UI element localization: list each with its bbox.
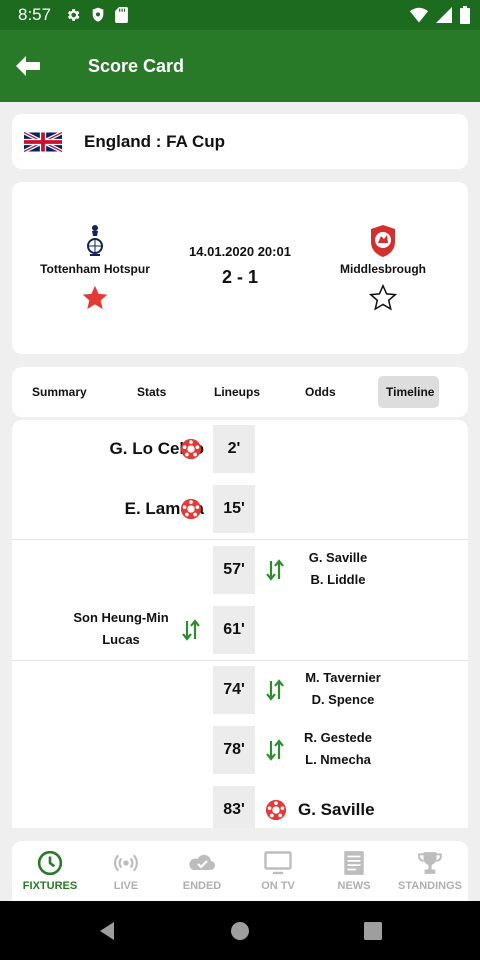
- event-minute: 74': [213, 666, 255, 714]
- middlesbrough-crest-icon: [371, 225, 395, 257]
- signal-icon: [436, 7, 452, 23]
- arrow-back-icon: [16, 56, 40, 76]
- sub-player-in: M. Tavernier: [305, 670, 381, 685]
- timeline-event: 83' G. Saville: [12, 786, 468, 828]
- sub-player-out: B. Liddle: [310, 572, 366, 587]
- event-minute: 78': [213, 726, 255, 774]
- bottom-navigation: FIXTURES LIVE ENDED ON TV NEWS STANDINGS: [12, 841, 468, 901]
- event-minute: 2': [213, 425, 255, 473]
- home-team[interactable]: Tottenham Hotspur: [20, 222, 170, 312]
- tab-odds[interactable]: Odds: [305, 385, 336, 399]
- system-back-button[interactable]: [41, 921, 174, 941]
- newspaper-icon: [344, 851, 364, 875]
- square-recents-icon: [364, 921, 382, 940]
- nav-ended[interactable]: ENDED: [164, 841, 240, 901]
- nav-live[interactable]: LIVE: [88, 841, 164, 901]
- match-score: 2 - 1: [221, 267, 259, 287]
- home-team-name: Tottenham Hotspur: [40, 262, 150, 276]
- substitution-icon: [266, 679, 284, 701]
- nav-ended-label: ENDED: [182, 880, 222, 892]
- goal-ball-icon: [180, 438, 202, 460]
- match-card: Tottenham Hotspur 14.01.2020 20:01 2 - 1…: [12, 182, 468, 354]
- app-bar: Score Card: [0, 30, 480, 102]
- nav-news[interactable]: NEWS: [316, 841, 392, 901]
- sub-player-in: G. Saville: [308, 550, 368, 565]
- page-title: Score Card: [88, 55, 185, 76]
- battery-icon: [460, 6, 470, 24]
- substitution-icon: [266, 559, 284, 581]
- tab-timeline[interactable]: Timeline: [378, 376, 439, 408]
- system-home-button[interactable]: [174, 921, 307, 941]
- tab-summary[interactable]: Summary: [32, 385, 87, 399]
- event-minute: 57': [213, 546, 255, 594]
- timeline-event: E. Lamela 15': [12, 485, 468, 533]
- sd-card-icon: [115, 7, 128, 23]
- tab-lineups[interactable]: Lineups: [214, 385, 260, 399]
- shield-icon: [92, 7, 104, 22]
- nav-fixtures-label: FIXTURES: [22, 880, 78, 892]
- nav-news-label: NEWS: [337, 880, 371, 892]
- star-outline-icon: [369, 284, 397, 311]
- match-datetime: 14.01.2020 20:01: [189, 244, 291, 259]
- goal-scorer: G. Saville: [298, 800, 375, 819]
- trophy-icon: [418, 852, 442, 874]
- timeline-event: 78' R. Gestede L. Nmecha: [12, 726, 468, 774]
- nav-on-tv[interactable]: ON TV: [240, 841, 316, 901]
- away-team[interactable]: Middlesbrough: [308, 222, 458, 312]
- timeline-panel: G. Lo Celso 2' E. Lamela 15' 57' G. Savi…: [12, 420, 468, 828]
- timeline-event: 74' M. Tavernier D. Spence: [12, 666, 468, 714]
- event-minute: 61': [213, 606, 255, 654]
- substitution-icon: [182, 619, 200, 641]
- wifi-icon: [410, 7, 428, 23]
- tv-icon: [264, 851, 292, 875]
- league-card[interactable]: England : FA Cup: [12, 114, 468, 169]
- status-time: 8:57: [18, 5, 52, 24]
- match-center: 14.01.2020 20:01 2 - 1: [162, 244, 318, 288]
- section-divider: [12, 660, 468, 661]
- home-favorite-toggle[interactable]: [20, 284, 170, 312]
- event-minute: 15': [213, 485, 255, 533]
- circle-home-icon: [231, 921, 249, 940]
- back-button[interactable]: [0, 30, 56, 102]
- nav-standings-label: STANDINGS: [398, 880, 462, 892]
- system-navigation-bar: [0, 901, 480, 960]
- status-bar: 8:57: [0, 0, 480, 30]
- tottenham-crest-icon: [87, 225, 103, 256]
- away-team-name: Middlesbrough: [340, 262, 426, 276]
- timeline-event: Son Heung-Min Lucas 61': [12, 606, 468, 654]
- substitution-icon: [266, 739, 284, 761]
- system-recents-button[interactable]: [307, 921, 440, 940]
- league-name: England : FA Cup: [84, 131, 226, 151]
- tab-stats[interactable]: Stats: [137, 385, 166, 399]
- nav-live-label: LIVE: [113, 880, 139, 892]
- clock-icon: [37, 850, 63, 876]
- timeline-event: 57' G. Saville B. Liddle: [12, 546, 468, 594]
- triangle-back-icon: [100, 921, 114, 940]
- nav-standings[interactable]: STANDINGS: [392, 841, 468, 901]
- sub-player-out: Lucas: [102, 632, 140, 647]
- section-divider: [12, 539, 468, 540]
- uk-flag-icon: [24, 131, 62, 152]
- event-minute: 83': [213, 786, 255, 828]
- star-filled-icon: [82, 285, 108, 309]
- timeline-event: G. Lo Celso 2': [12, 425, 468, 473]
- away-favorite-toggle[interactable]: [308, 284, 458, 312]
- sub-player-out: D. Spence: [311, 692, 375, 707]
- settings-gear-icon: [68, 9, 80, 21]
- nav-fixtures[interactable]: FIXTURES: [12, 841, 88, 901]
- nav-on-tv-label: ON TV: [261, 880, 295, 892]
- goal-ball-icon: [180, 498, 202, 520]
- sub-player-in: R. Gestede: [304, 730, 372, 745]
- goal-ball-icon: [265, 799, 287, 821]
- tab-bar: Summary Stats Lineups Odds Timeline: [12, 367, 468, 417]
- sub-player-out: L. Nmecha: [305, 752, 371, 767]
- cloud-check-icon: [189, 854, 216, 871]
- live-broadcast-icon: [114, 854, 138, 872]
- sub-player-in: Son Heung-Min: [73, 610, 169, 625]
